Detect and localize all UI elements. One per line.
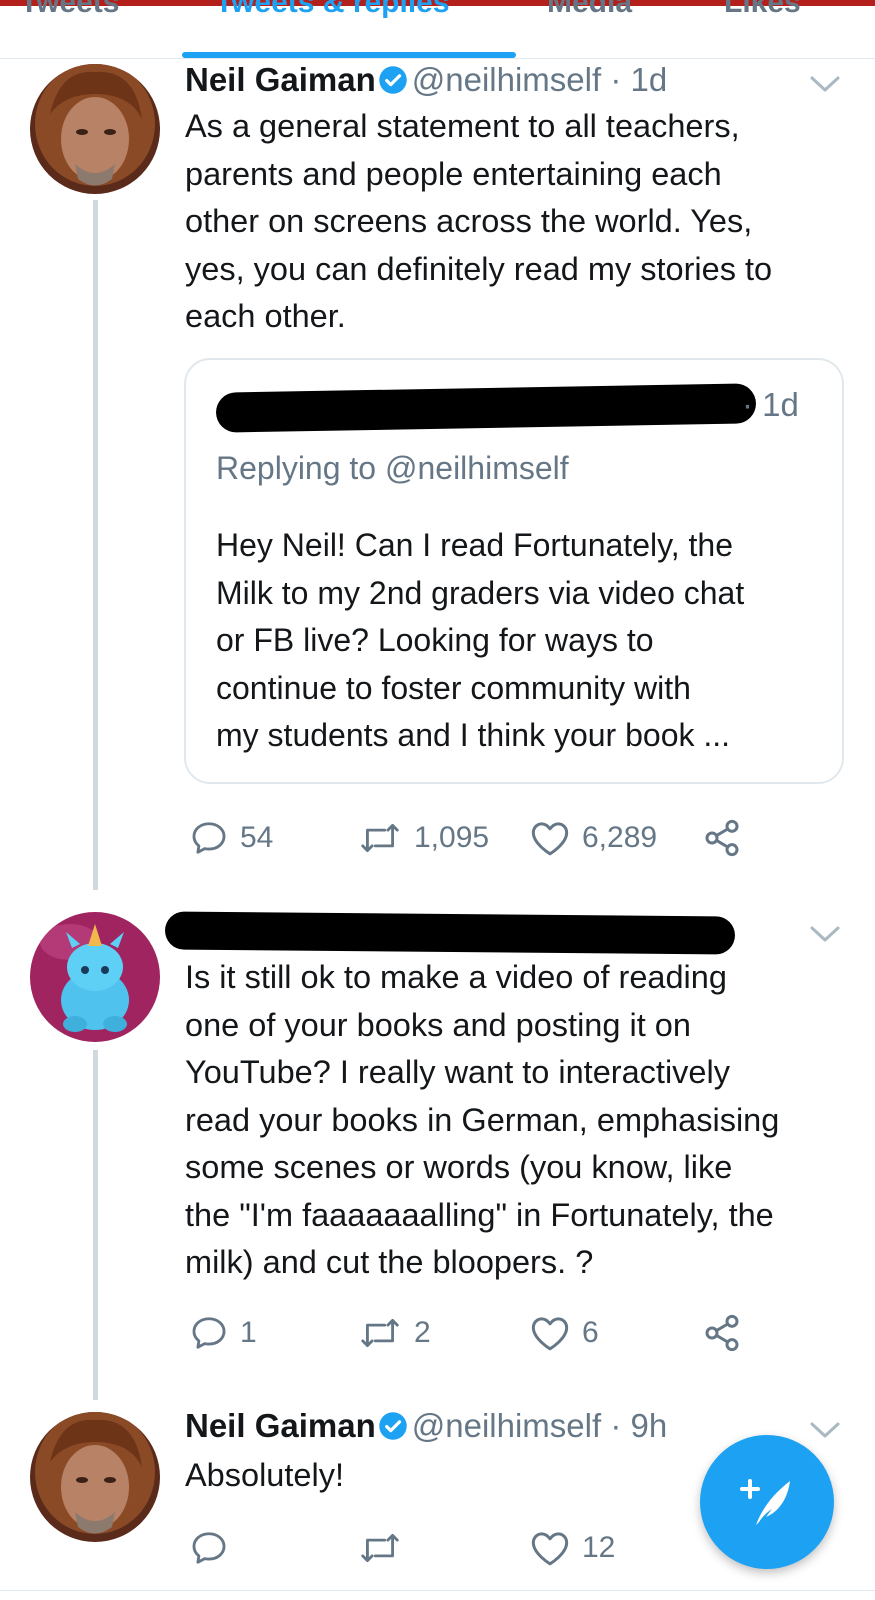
chevron-down-icon[interactable] — [808, 72, 842, 96]
avatar-unicorn[interactable] — [30, 912, 160, 1042]
author-name[interactable]: Neil Gaiman — [185, 61, 376, 98]
tab-likes[interactable]: Likes — [724, 0, 801, 20]
retweet-count: 2 — [414, 1316, 431, 1349]
avatar-neil-gaiman[interactable] — [30, 64, 160, 194]
quoted-text-line: or FB live? Looking for ways to — [216, 622, 654, 658]
tweet-text-line: one of your books and posting it on — [185, 1006, 691, 1043]
tweet-text: As a general statement to all teachers, … — [185, 103, 855, 341]
profile-tab-bar: Tweets Tweets & replies Media Likes — [0, 0, 875, 59]
tweet-timestamp[interactable]: · 1d — [610, 61, 667, 98]
tweet-header: Neil Gaiman @neilhimself · 9h — [185, 1406, 667, 1450]
like-count: 6 — [582, 1316, 599, 1349]
tweet-header: Neil Gaiman @neilhimself · 1d — [185, 60, 667, 104]
quoted-tweet-text: Hey Neil! Can I read Fortunately, the Mi… — [216, 522, 836, 760]
quoted-text-line: Milk to my 2nd graders via video chat — [216, 574, 745, 611]
like-count: 12 — [582, 1531, 616, 1564]
quoted-text-line: Hey Neil! Can I read Fortunately, the — [216, 527, 733, 563]
chevron-down-icon[interactable] — [808, 922, 842, 946]
tab-media[interactable]: Media — [547, 0, 632, 20]
divider — [0, 1590, 875, 1591]
tweet-text-line: read your books in German, emphasising — [185, 1101, 780, 1138]
author-handle[interactable]: @neilhimself — [412, 61, 601, 98]
tweet-text-line: Is it still ok to make a video of readin… — [185, 959, 727, 995]
verified-badge-icon — [378, 1410, 408, 1450]
tweet-text-line: yes, you can definitely read my stories … — [185, 250, 773, 287]
author-name[interactable]: Neil Gaiman — [185, 1407, 376, 1444]
reply-count: 1 — [240, 1316, 257, 1349]
reply-button[interactable] — [190, 1526, 228, 1570]
quoted-tweet-card[interactable]: · 1d Replying to @neilhimself Hey Neil! … — [184, 358, 844, 784]
reply-count: 54 — [240, 821, 274, 854]
compose-feather-icon — [740, 1479, 790, 1525]
tweet-text-line: parents and people entertaining each — [185, 155, 722, 192]
tweet-text: Is it still ok to make a video of readin… — [185, 954, 855, 1287]
like-button[interactable]: 6 — [530, 1311, 599, 1355]
retweet-button[interactable]: 2 — [358, 1311, 431, 1355]
chevron-down-icon[interactable] — [808, 1418, 842, 1442]
like-button[interactable]: 6,289 — [530, 816, 657, 860]
like-count: 6,289 — [582, 821, 658, 854]
active-tab-indicator — [182, 52, 516, 58]
quoted-text-line: continue to foster community with — [216, 669, 691, 706]
tweet-text-line: YouTube? I really want to interactively — [185, 1054, 730, 1090]
tweet-text-line: milk) and cut the bloopers. ? — [185, 1244, 594, 1280]
tweet-text-line: each other. — [185, 298, 346, 334]
retweet-button[interactable]: 1,095 — [358, 816, 489, 860]
thread-connector-line — [93, 200, 98, 890]
redacted-author-name — [215, 383, 757, 433]
quoted-text-line: my students and I think your book ... — [216, 717, 731, 753]
tweet-text-line: the "I'm faaaaaaalling" in Fortunately, … — [185, 1196, 774, 1233]
avatar-neil-gaiman[interactable] — [30, 1412, 160, 1542]
thread-connector-line — [93, 1050, 98, 1400]
share-button[interactable] — [702, 1311, 742, 1355]
tweet-text-line: As a general statement to all teachers, — [185, 108, 740, 144]
author-handle[interactable]: @neilhimself — [412, 1407, 601, 1444]
compose-tweet-button[interactable] — [700, 1435, 834, 1569]
tweet-timestamp[interactable]: · 9h — [610, 1407, 667, 1444]
reply-button[interactable]: 54 — [190, 816, 273, 860]
tab-tweets[interactable]: Tweets — [20, 0, 119, 20]
redacted-author-header — [164, 911, 736, 955]
like-button[interactable]: 12 — [530, 1526, 615, 1570]
share-button[interactable] — [702, 816, 742, 860]
retweet-count: 1,095 — [414, 821, 490, 854]
tweet-text-line: other on screens across the world. Yes, — [185, 203, 753, 239]
reply-button[interactable]: 1 — [190, 1311, 257, 1355]
tab-tweets-and-replies[interactable]: Tweets & replies — [215, 0, 450, 20]
retweet-button[interactable] — [358, 1526, 402, 1570]
verified-badge-icon — [378, 64, 408, 104]
replying-to-label[interactable]: Replying to @neilhimself — [216, 450, 569, 487]
tweet-text-line: some scenes or words (you know, like — [185, 1149, 733, 1185]
quoted-tweet-timestamp: · 1d — [742, 386, 799, 423]
